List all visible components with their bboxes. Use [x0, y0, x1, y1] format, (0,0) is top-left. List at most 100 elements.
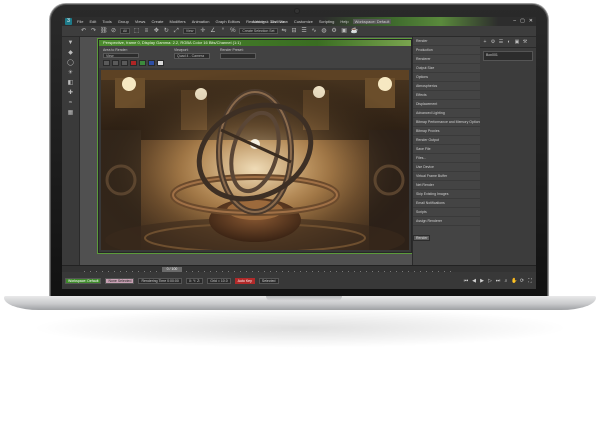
menu-item-create[interactable]: Create: [151, 19, 163, 24]
coordinate-display[interactable]: X: Y: Z:: [185, 277, 204, 284]
redo-icon[interactable]: ↷: [90, 28, 97, 35]
snap-icon[interactable]: ∠: [209, 28, 216, 35]
scale-icon[interactable]: ⤢: [173, 28, 180, 35]
property-row[interactable]: Render: [413, 37, 480, 46]
blue-channel-icon[interactable]: [148, 60, 155, 66]
menu-item-animation[interactable]: Animation: [192, 19, 210, 24]
curve-editor-icon[interactable]: ∿: [311, 28, 318, 35]
rotate-icon[interactable]: ↻: [163, 28, 170, 35]
property-row[interactable]: Options: [413, 73, 480, 82]
app-logo-icon[interactable]: 3: [65, 18, 72, 25]
maximize-icon[interactable]: ▢: [520, 18, 525, 25]
create-tab-icon[interactable]: +: [482, 39, 488, 45]
property-row[interactable]: Save File: [413, 145, 480, 154]
link-icon[interactable]: ⛓: [100, 28, 108, 35]
select-object-icon[interactable]: ⬚: [133, 28, 140, 35]
render-frame-icon[interactable]: ▣: [341, 28, 348, 35]
green-channel-icon[interactable]: [139, 60, 146, 66]
auto-key-button[interactable]: Auto Key: [234, 277, 255, 284]
property-row[interactable]: Files...: [413, 154, 480, 163]
go-to-end-icon[interactable]: ⏭: [495, 278, 501, 284]
object-name-field[interactable]: Box001: [483, 51, 533, 61]
pivot-icon[interactable]: ✛: [199, 28, 206, 35]
property-row[interactable]: Use Device: [413, 163, 480, 172]
red-channel-icon[interactable]: [130, 60, 137, 66]
property-row[interactable]: Assign Renderer: [413, 217, 480, 226]
filter-icon[interactable]: ▼: [67, 40, 74, 47]
minimize-icon[interactable]: –: [513, 18, 516, 25]
utilities-tab-icon[interactable]: ⚒: [522, 39, 528, 45]
render-preset-dropdown[interactable]: [220, 53, 256, 59]
property-row[interactable]: Net Render: [413, 181, 480, 190]
menu-item-customize[interactable]: Customize: [294, 19, 313, 24]
timeline[interactable]: 0 / 100: [62, 265, 536, 273]
layer-icon[interactable]: ☰: [301, 28, 308, 35]
modify-tab-icon[interactable]: ⚙: [490, 39, 496, 45]
viewport-dropdown[interactable]: Quad 4 - Camera: [174, 53, 210, 59]
zoom-icon[interactable]: ⌕: [503, 278, 509, 284]
property-row[interactable]: Atmospherics: [413, 82, 480, 91]
orbit-icon[interactable]: ⟳: [519, 278, 525, 284]
material-editor-icon[interactable]: ◍: [321, 28, 328, 35]
menu-item-graph-editors[interactable]: Graph Editors: [215, 19, 240, 24]
helpers-icon[interactable]: ✚: [67, 90, 74, 97]
spacewarps-icon[interactable]: ≈: [67, 100, 74, 107]
shapes-icon[interactable]: ◯: [67, 60, 74, 67]
menu-item-edit[interactable]: Edit: [89, 19, 96, 24]
menu-item-tools[interactable]: Tools: [102, 19, 111, 24]
property-row[interactable]: Email Notifications: [413, 199, 480, 208]
previous-frame-icon[interactable]: ◀: [471, 278, 477, 284]
property-row[interactable]: Bitmap Proxies: [413, 127, 480, 136]
align-icon[interactable]: ⊟: [291, 28, 298, 35]
property-row[interactable]: Scripts: [413, 208, 480, 217]
property-row[interactable]: Render Output: [413, 136, 480, 145]
menu-item-modifiers[interactable]: Modifiers: [169, 19, 185, 24]
selection-filter-dropdown[interactable]: All: [120, 28, 130, 34]
alpha-channel-icon[interactable]: [157, 60, 164, 66]
copy-image-icon[interactable]: [112, 60, 119, 66]
render-button[interactable]: Render: [413, 235, 431, 241]
property-row[interactable]: Advanced Lighting: [413, 109, 480, 118]
move-icon[interactable]: ✥: [153, 28, 160, 35]
groups-icon[interactable]: ▦: [67, 110, 74, 117]
cameras-icon[interactable]: ◧: [67, 80, 74, 87]
menu-item-file[interactable]: File: [77, 19, 83, 24]
property-row[interactable]: Production: [413, 46, 480, 55]
pan-icon[interactable]: ✋: [511, 278, 517, 284]
property-row[interactable]: Bitmap Performance and Memory Options: [413, 118, 480, 127]
percent-snap-icon[interactable]: %: [229, 28, 236, 35]
render-teapot-icon[interactable]: ☕: [351, 28, 358, 35]
key-mode-dropdown[interactable]: Selected: [258, 277, 279, 284]
property-row[interactable]: Output Size: [413, 64, 480, 73]
menu-item-scripting[interactable]: Scripting: [319, 19, 335, 24]
workspace-label[interactable]: Workspace: Default: [65, 277, 102, 284]
clone-frame-icon[interactable]: [121, 60, 128, 66]
select-by-name-icon[interactable]: ≡: [143, 28, 150, 35]
menu-item-views[interactable]: Views: [135, 19, 146, 24]
menu-item-help[interactable]: Help: [340, 19, 348, 24]
mirror-icon[interactable]: ⇋: [281, 28, 288, 35]
motion-tab-icon[interactable]: ◐: [506, 39, 512, 45]
property-row[interactable]: Displacement: [413, 100, 480, 109]
play-icon[interactable]: ▶: [479, 278, 485, 284]
workspace-selector[interactable]: Workspace: Default: [352, 19, 392, 24]
render-setup-icon[interactable]: ⚙: [331, 28, 338, 35]
property-row[interactable]: Virtual Frame Buffer: [413, 172, 480, 181]
lights-icon[interactable]: ☀: [67, 70, 74, 77]
hierarchy-tab-icon[interactable]: ☰: [498, 39, 504, 45]
angle-snap-icon[interactable]: °: [219, 28, 226, 35]
display-tab-icon[interactable]: ▣: [514, 39, 520, 45]
property-row[interactable]: Renderer: [413, 55, 480, 64]
area-to-render-dropdown[interactable]: View: [103, 53, 139, 58]
geometry-icon[interactable]: ◆: [67, 50, 74, 57]
property-row[interactable]: Effects: [413, 91, 480, 100]
save-image-icon[interactable]: [103, 60, 110, 66]
maximize-viewport-icon[interactable]: ⛶: [527, 278, 533, 284]
maxscript-listener[interactable]: None Selected: [105, 277, 135, 284]
next-frame-icon[interactable]: ▷: [487, 278, 493, 284]
property-row[interactable]: Skip Existing Images: [413, 190, 480, 199]
menu-item-group[interactable]: Group: [118, 19, 129, 24]
close-icon[interactable]: ✕: [529, 18, 533, 25]
unlink-icon[interactable]: ⊘: [110, 28, 117, 35]
undo-icon[interactable]: ↶: [80, 28, 87, 35]
